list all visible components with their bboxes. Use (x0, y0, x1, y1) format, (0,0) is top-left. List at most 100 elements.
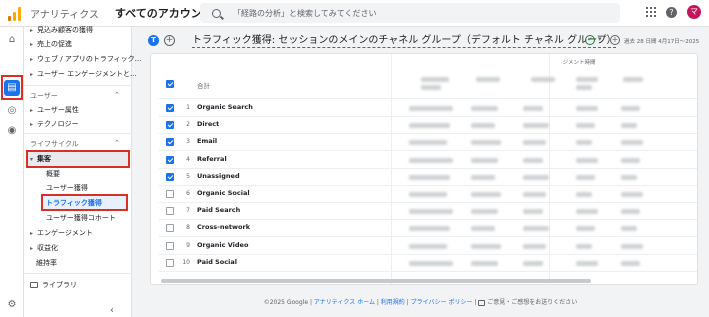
blurred-value (409, 209, 453, 215)
blurred-value (409, 243, 447, 249)
blurred-value (409, 174, 450, 180)
nav-item-overview[interactable]: 概要 (46, 169, 60, 179)
row-checkbox[interactable] (166, 172, 174, 181)
avatar[interactable]: マ (687, 5, 701, 19)
blurred-value (471, 123, 495, 129)
row-index: 2 (186, 121, 190, 129)
row-checkbox[interactable] (166, 121, 174, 130)
row-checkbox[interactable] (166, 224, 174, 233)
page-title[interactable]: トラフィック獲得: セッションのメインのチャネル グループ（デフォルト チャネル… (192, 31, 617, 48)
caret-down-icon[interactable]: ▾ (598, 35, 602, 43)
blurred-value (621, 209, 640, 215)
nav-item-leads[interactable]: ▸ 見込み顧客の獲得 (30, 25, 93, 35)
blurred-value (471, 209, 498, 215)
blurred-value (576, 157, 598, 163)
blurred-value (576, 106, 598, 111)
expand-arrow-icon: ▸ (30, 230, 34, 237)
blurred-value (471, 106, 498, 111)
search-placeholder: 「経路の分析」と検索してみてください (233, 8, 377, 18)
nav-item-engagement[interactable]: ▸ エンゲージメント (30, 228, 93, 238)
blurred-value (471, 243, 501, 249)
blurred-value (621, 106, 640, 111)
account-name: すべてのアカウント (114, 7, 213, 20)
blurred-value (476, 77, 500, 82)
home-icon[interactable]: ⌂ (6, 34, 18, 46)
apps-grid-icon[interactable] (646, 7, 656, 17)
horizontal-scrollbar[interactable] (161, 279, 591, 283)
row-checkbox[interactable] (166, 207, 174, 216)
channel-label: Referral (197, 154, 227, 163)
blurred-value (621, 140, 643, 146)
collapse-sidebar-icon[interactable]: ‹ (110, 305, 114, 316)
blurred-value (576, 226, 595, 232)
blurred-value (409, 192, 447, 197)
advertising-icon[interactable]: ◉ (6, 125, 18, 137)
feedback-link[interactable]: ご意見・ご感想をお送りください (487, 299, 577, 306)
column-header-engagement-time[interactable]: ジメント時間 (562, 59, 596, 67)
select-all-checkbox[interactable] (166, 80, 174, 88)
nav-item-traffic[interactable]: ▸ ウェブ / アプリのトラフィック... (30, 54, 141, 64)
blurred-value (576, 140, 592, 146)
analytics-logo-icon[interactable] (8, 5, 24, 21)
nav-item-engagement-top[interactable]: ▸ ユーザー エンゲージメントと... (30, 69, 137, 79)
footer-link-terms[interactable]: 利用規約 (381, 299, 405, 306)
table-row: 10 Paid Social (151, 255, 697, 272)
table-row: 3 Email (151, 134, 697, 152)
reports-icon[interactable]: ▤ (4, 80, 20, 96)
nav-item-demographics[interactable]: ▸ ユーザー属性 (30, 105, 79, 115)
row-checkbox[interactable] (166, 241, 174, 250)
divider (24, 273, 132, 274)
table-row: 4 Referral (151, 152, 697, 169)
add-comparison-icon[interactable]: + (164, 35, 175, 46)
footer-link-privacy[interactable]: プライバシー ポリシー (411, 299, 473, 306)
nav-item-library[interactable]: ライブラリ (30, 280, 77, 290)
table-row: 2 Direct (151, 117, 697, 135)
nav-item-retention[interactable]: 維持率 (36, 258, 57, 268)
channel-label: Paid Social (197, 257, 237, 266)
row-checkbox[interactable] (166, 190, 174, 198)
row-checkbox[interactable] (166, 155, 174, 164)
explore-icon[interactable]: ◎ (6, 105, 18, 117)
date-range[interactable]: 過去 28 日間 4月17日〜2025 (624, 37, 699, 45)
blurred-value (523, 123, 549, 129)
copyright: ©2025 Google (263, 299, 309, 306)
section-lifecycle[interactable]: ライフサイクル ⌃ (30, 139, 126, 149)
nav-item-monetization[interactable]: ▸ 収益化 (30, 243, 58, 253)
expand-arrow-icon: ▸ (30, 41, 34, 48)
blurred-value (409, 157, 453, 163)
nav-item-user-acquisition-cohort[interactable]: ユーザー獲得コホート (46, 213, 116, 223)
add-filter-icon[interactable]: + (610, 35, 620, 45)
section-user[interactable]: ユーザー ⌃ (30, 91, 126, 101)
nav-item-technology[interactable]: ▸ テクノロジー (30, 119, 79, 129)
chevron-up-icon: ⌃ (114, 139, 120, 147)
search-bar[interactable]: 「経路の分析」と検索してみてください (200, 3, 620, 23)
blurred-value (523, 174, 549, 180)
row-index: 4 (186, 155, 190, 163)
row-index: 9 (186, 241, 190, 249)
table-row: 7 Paid Search (151, 203, 697, 221)
channel-label: Organic Search (197, 103, 253, 111)
blurred-value (576, 243, 592, 249)
nav-rail: ⌂ ▤ ◎ ◉ ⚙ (0, 27, 24, 317)
help-icon[interactable]: ? (666, 6, 677, 18)
blurred-value (471, 157, 498, 163)
blurred-value (523, 106, 543, 111)
row-checkbox[interactable] (166, 258, 174, 267)
total-row: 合計 (151, 76, 697, 99)
row-checkbox[interactable] (166, 104, 174, 112)
table-row: 5 Unassigned (151, 169, 697, 186)
nav-item-user-acquisition[interactable]: ユーザー獲得 (46, 183, 88, 193)
row-index: 10 (182, 258, 190, 266)
blurred-value (523, 209, 543, 215)
nav-item-acquisition[interactable]: ▾ 集客 (30, 154, 51, 164)
comparison-badge[interactable]: T (148, 35, 159, 46)
collapse-arrow-icon: ▾ (30, 156, 34, 163)
gear-icon[interactable]: ⚙ (6, 299, 18, 311)
check-circle-icon[interactable]: ✓ (585, 35, 595, 45)
footer-link-home[interactable]: アナリティクス ホーム (314, 299, 375, 306)
nav-item-traffic-acquisition[interactable]: トラフィック獲得 (46, 198, 102, 208)
nav-item-sales[interactable]: ▸ 売上の促進 (30, 39, 72, 49)
row-checkbox[interactable] (166, 138, 174, 147)
channel-label: Email (197, 137, 218, 146)
blurred-value (576, 260, 598, 266)
